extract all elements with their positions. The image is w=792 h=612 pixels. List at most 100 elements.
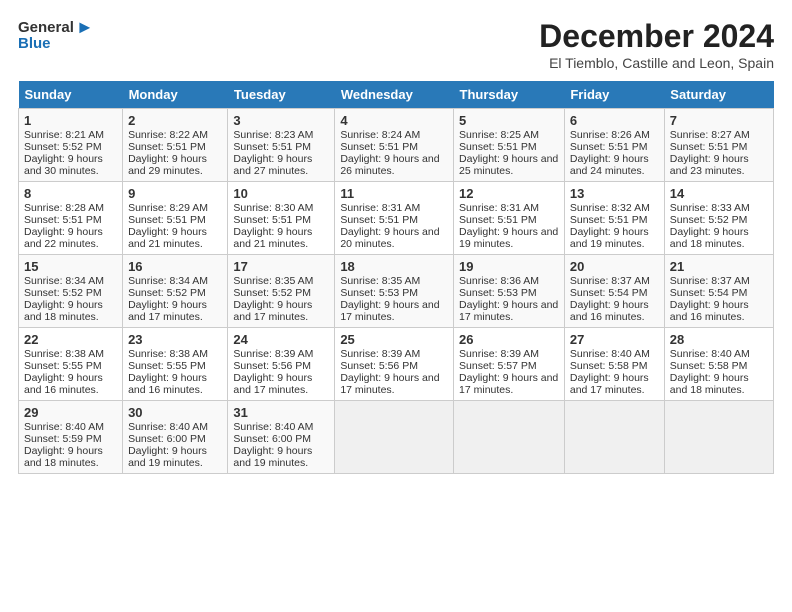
page: General ► Blue December 2024 El Tiemblo,… [0, 0, 792, 612]
sunset-label: Sunset: 6:00 PM [233, 433, 311, 445]
sunset-label: Sunset: 5:52 PM [233, 287, 311, 299]
sunset-label: Sunset: 5:57 PM [459, 360, 537, 372]
calendar-cell [564, 401, 664, 474]
daylight-label: Daylight: 9 hours and 16 minutes. [24, 372, 103, 396]
sunset-label: Sunset: 5:51 PM [570, 141, 648, 153]
sunrise-label: Sunrise: 8:40 AM [670, 348, 750, 360]
sunset-label: Sunset: 5:51 PM [128, 214, 206, 226]
sunrise-label: Sunrise: 8:22 AM [128, 129, 208, 141]
day-number: 17 [233, 259, 329, 274]
sunrise-label: Sunrise: 8:36 AM [459, 275, 539, 287]
day-number: 11 [340, 186, 448, 201]
daylight-label: Daylight: 9 hours and 19 minutes. [570, 226, 649, 250]
calendar-cell: 20 Sunrise: 8:37 AM Sunset: 5:54 PM Dayl… [564, 255, 664, 328]
calendar-cell: 12 Sunrise: 8:31 AM Sunset: 5:51 PM Dayl… [454, 182, 565, 255]
sunset-label: Sunset: 5:53 PM [340, 287, 418, 299]
calendar-cell [454, 401, 565, 474]
daylight-label: Daylight: 9 hours and 17 minutes. [340, 372, 439, 396]
sunset-label: Sunset: 5:54 PM [570, 287, 648, 299]
calendar-cell: 30 Sunrise: 8:40 AM Sunset: 6:00 PM Dayl… [123, 401, 228, 474]
sunset-label: Sunset: 5:51 PM [233, 141, 311, 153]
day-number: 14 [670, 186, 768, 201]
daylight-label: Daylight: 9 hours and 21 minutes. [128, 226, 207, 250]
day-header-monday: Monday [123, 81, 228, 109]
sunset-label: Sunset: 6:00 PM [128, 433, 206, 445]
sunset-label: Sunset: 5:51 PM [459, 141, 537, 153]
sunset-label: Sunset: 5:56 PM [233, 360, 311, 372]
calendar-cell: 11 Sunrise: 8:31 AM Sunset: 5:51 PM Dayl… [335, 182, 454, 255]
calendar-week-row: 29 Sunrise: 8:40 AM Sunset: 5:59 PM Dayl… [19, 401, 774, 474]
calendar-cell: 14 Sunrise: 8:33 AM Sunset: 5:52 PM Dayl… [664, 182, 773, 255]
daylight-label: Daylight: 9 hours and 18 minutes. [670, 226, 749, 250]
sunrise-label: Sunrise: 8:40 AM [233, 421, 313, 433]
day-number: 1 [24, 113, 117, 128]
calendar-table: SundayMondayTuesdayWednesdayThursdayFrid… [18, 81, 774, 474]
calendar-cell: 16 Sunrise: 8:34 AM Sunset: 5:52 PM Dayl… [123, 255, 228, 328]
sunrise-label: Sunrise: 8:27 AM [670, 129, 750, 141]
logo: General ► Blue [18, 18, 94, 52]
calendar-cell: 7 Sunrise: 8:27 AM Sunset: 5:51 PM Dayli… [664, 109, 773, 182]
calendar-cell: 13 Sunrise: 8:32 AM Sunset: 5:51 PM Dayl… [564, 182, 664, 255]
day-number: 4 [340, 113, 448, 128]
sunset-label: Sunset: 5:51 PM [24, 214, 102, 226]
day-number: 9 [128, 186, 222, 201]
sunrise-label: Sunrise: 8:31 AM [459, 202, 539, 214]
day-number: 22 [24, 332, 117, 347]
sunrise-label: Sunrise: 8:31 AM [340, 202, 420, 214]
day-number: 21 [670, 259, 768, 274]
sunset-label: Sunset: 5:58 PM [670, 360, 748, 372]
sunrise-label: Sunrise: 8:35 AM [233, 275, 313, 287]
sunrise-label: Sunrise: 8:32 AM [570, 202, 650, 214]
day-header-friday: Friday [564, 81, 664, 109]
day-number: 16 [128, 259, 222, 274]
daylight-label: Daylight: 9 hours and 26 minutes. [340, 153, 439, 177]
daylight-label: Daylight: 9 hours and 21 minutes. [233, 226, 312, 250]
calendar-cell: 27 Sunrise: 8:40 AM Sunset: 5:58 PM Dayl… [564, 328, 664, 401]
sunset-label: Sunset: 5:52 PM [128, 287, 206, 299]
daylight-label: Daylight: 9 hours and 19 minutes. [459, 226, 558, 250]
daylight-label: Daylight: 9 hours and 30 minutes. [24, 153, 103, 177]
main-title: December 2024 [539, 18, 774, 55]
day-header-saturday: Saturday [664, 81, 773, 109]
daylight-label: Daylight: 9 hours and 17 minutes. [128, 299, 207, 323]
logo-bird-icon: ► [76, 18, 94, 38]
sunrise-label: Sunrise: 8:37 AM [570, 275, 650, 287]
calendar-cell: 9 Sunrise: 8:29 AM Sunset: 5:51 PM Dayli… [123, 182, 228, 255]
calendar-cell [664, 401, 773, 474]
day-number: 19 [459, 259, 559, 274]
sunset-label: Sunset: 5:51 PM [670, 141, 748, 153]
calendar-cell: 17 Sunrise: 8:35 AM Sunset: 5:52 PM Dayl… [228, 255, 335, 328]
day-header-tuesday: Tuesday [228, 81, 335, 109]
day-number: 5 [459, 113, 559, 128]
daylight-label: Daylight: 9 hours and 24 minutes. [570, 153, 649, 177]
daylight-label: Daylight: 9 hours and 19 minutes. [233, 445, 312, 469]
sunrise-label: Sunrise: 8:39 AM [340, 348, 420, 360]
day-number: 28 [670, 332, 768, 347]
header: General ► Blue December 2024 El Tiemblo,… [18, 18, 774, 71]
calendar-cell: 4 Sunrise: 8:24 AM Sunset: 5:51 PM Dayli… [335, 109, 454, 182]
sunrise-label: Sunrise: 8:26 AM [570, 129, 650, 141]
sunrise-label: Sunrise: 8:21 AM [24, 129, 104, 141]
day-number: 6 [570, 113, 659, 128]
day-header-sunday: Sunday [19, 81, 123, 109]
daylight-label: Daylight: 9 hours and 29 minutes. [128, 153, 207, 177]
header-row: SundayMondayTuesdayWednesdayThursdayFrid… [19, 81, 774, 109]
calendar-cell: 24 Sunrise: 8:39 AM Sunset: 5:56 PM Dayl… [228, 328, 335, 401]
sunrise-label: Sunrise: 8:30 AM [233, 202, 313, 214]
calendar-cell: 29 Sunrise: 8:40 AM Sunset: 5:59 PM Dayl… [19, 401, 123, 474]
calendar-cell: 6 Sunrise: 8:26 AM Sunset: 5:51 PM Dayli… [564, 109, 664, 182]
sunrise-label: Sunrise: 8:24 AM [340, 129, 420, 141]
day-number: 24 [233, 332, 329, 347]
sunrise-label: Sunrise: 8:34 AM [128, 275, 208, 287]
sunrise-label: Sunrise: 8:37 AM [670, 275, 750, 287]
calendar-cell: 19 Sunrise: 8:36 AM Sunset: 5:53 PM Dayl… [454, 255, 565, 328]
daylight-label: Daylight: 9 hours and 22 minutes. [24, 226, 103, 250]
sunrise-label: Sunrise: 8:40 AM [570, 348, 650, 360]
calendar-cell: 15 Sunrise: 8:34 AM Sunset: 5:52 PM Dayl… [19, 255, 123, 328]
calendar-cell: 18 Sunrise: 8:35 AM Sunset: 5:53 PM Dayl… [335, 255, 454, 328]
sunset-label: Sunset: 5:54 PM [670, 287, 748, 299]
logo-blue: Blue [18, 36, 51, 53]
sunset-label: Sunset: 5:52 PM [24, 287, 102, 299]
day-number: 25 [340, 332, 448, 347]
daylight-label: Daylight: 9 hours and 19 minutes. [128, 445, 207, 469]
